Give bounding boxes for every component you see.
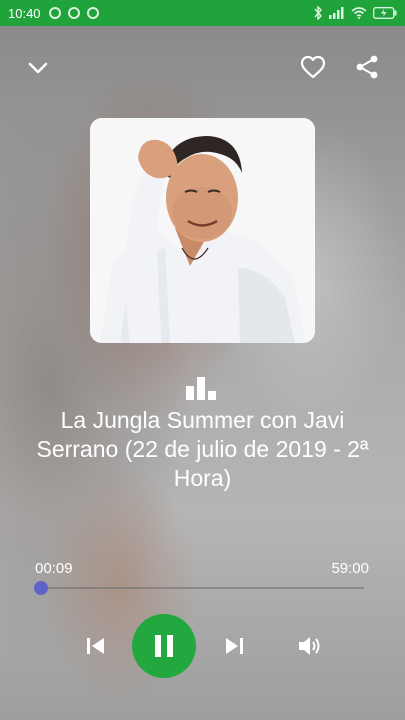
signal-icon bbox=[329, 7, 344, 19]
status-time: 10:40 bbox=[8, 5, 41, 21]
playback-controls bbox=[0, 612, 405, 680]
seek-track bbox=[40, 587, 364, 589]
skip-previous-icon[interactable] bbox=[82, 632, 110, 660]
total-time: 59:00 bbox=[331, 560, 369, 577]
seek-bar[interactable] bbox=[33, 581, 364, 595]
status-bar: 10:40 bbox=[0, 0, 405, 26]
chevron-down-icon[interactable] bbox=[22, 52, 54, 84]
host-photo bbox=[90, 118, 315, 343]
skip-next-icon[interactable] bbox=[220, 632, 248, 660]
notification-icon bbox=[86, 7, 99, 19]
volume-icon[interactable] bbox=[296, 632, 324, 660]
bluetooth-icon bbox=[314, 6, 322, 20]
notification-icon bbox=[48, 7, 61, 19]
current-time: 00:09 bbox=[35, 560, 73, 577]
pause-button[interactable] bbox=[132, 614, 196, 678]
share-icon[interactable] bbox=[350, 50, 384, 84]
notification-icon bbox=[67, 7, 80, 19]
wifi-icon bbox=[351, 7, 367, 19]
seek-thumb[interactable] bbox=[33, 581, 48, 595]
player-top-bar bbox=[0, 48, 405, 84]
episode-artwork bbox=[90, 118, 315, 343]
pause-icon bbox=[155, 635, 173, 657]
heart-icon[interactable] bbox=[296, 50, 330, 84]
episode-title: La Jungla Summer con Javi Serrano (22 de… bbox=[36, 407, 369, 491]
battery-icon bbox=[373, 7, 397, 19]
equalizer-icon bbox=[185, 376, 219, 400]
